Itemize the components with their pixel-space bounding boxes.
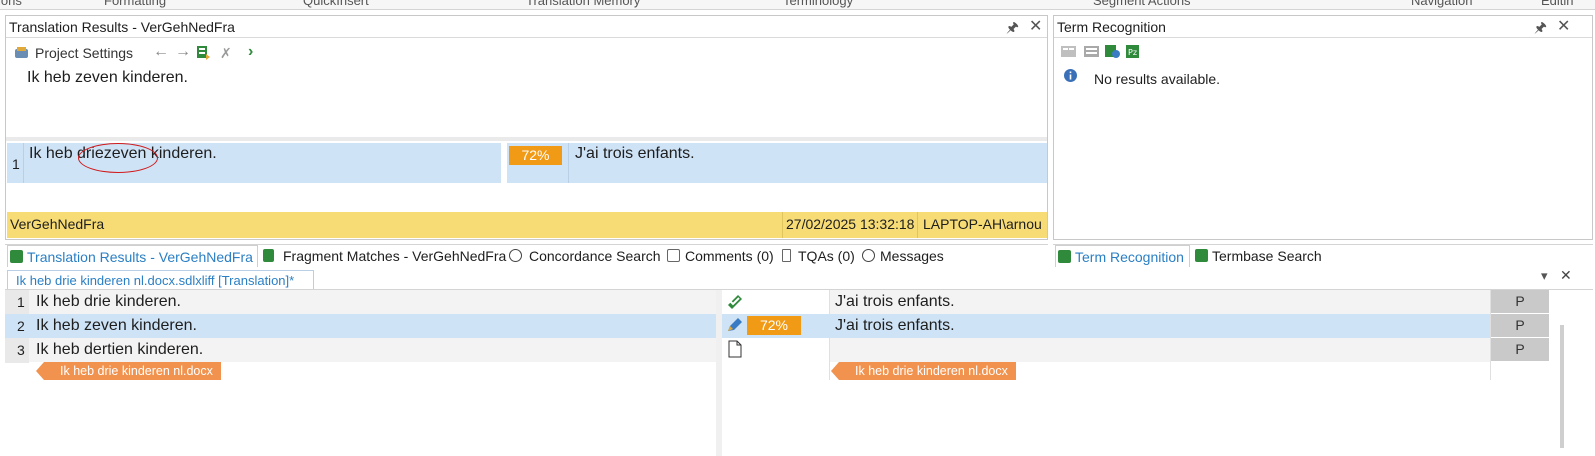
tab-label: TQAs (0) (798, 248, 855, 264)
segment-target[interactable]: J'ai trois enfants. (835, 290, 955, 314)
translation-results-panel: Translation Results - VerGehNedFra 🖈 ✕ P… (5, 15, 1048, 240)
tab-label: Term Recognition (1075, 249, 1184, 265)
segment-status: P (1491, 290, 1549, 313)
table-row[interactable] (830, 338, 1490, 362)
chevron-right-icon[interactable]: › (248, 41, 253, 63)
result-target: J'ai trois enfants. (575, 145, 695, 162)
document-icon (728, 340, 742, 363)
segment-status: P (1491, 338, 1549, 361)
segment-number: 1 (17, 294, 25, 310)
divider (6, 137, 1047, 141)
match-badge: 72% (509, 146, 562, 165)
segment-source[interactable]: Ik heb drie kinderen. (36, 290, 181, 314)
tab-label: Termbase Search (1212, 248, 1322, 264)
info-icon (1064, 69, 1077, 87)
file-tag[interactable]: Ik heb drie kinderen nl.docx (831, 362, 1016, 380)
status-divider (782, 212, 783, 238)
close-document-icon[interactable]: ✕ (1560, 267, 1572, 284)
match-badge: 72% (747, 316, 801, 335)
arrow-right-icon[interactable]: → (175, 41, 191, 63)
segment-number: 3 (17, 342, 25, 358)
tab-comments[interactable]: Comments (0) (665, 245, 776, 267)
close-icon[interactable]: ✕ (1029, 16, 1042, 38)
ribbon-group-label[interactable]: QuickInsert (303, 0, 369, 8)
tab-label: Translation Results - VerGehNedFra (27, 249, 253, 265)
translation-results-icon (10, 250, 23, 263)
ribbon-group-label[interactable]: Terminology (783, 0, 853, 8)
column-divider (23, 143, 24, 183)
tab-label: Concordance Search (529, 248, 661, 264)
status-divider (917, 212, 918, 238)
svg-text:Pz: Pz (1128, 48, 1137, 57)
source-preview: Ik heb zeven kinderen. (27, 69, 188, 86)
pin-icon[interactable]: 🖈 (1534, 16, 1547, 38)
tracked-change-circle (78, 143, 158, 173)
termbase-settings-icon[interactable] (1105, 45, 1120, 63)
no-results-message: No results available. (1094, 71, 1221, 87)
termbase-search-icon (1195, 249, 1208, 262)
ribbon-group-label[interactable]: Formatting (104, 0, 166, 8)
term-view-icon[interactable] (1061, 45, 1076, 63)
ribbon-group-label[interactable]: Editin (1541, 0, 1574, 8)
pencil-icon (726, 317, 744, 338)
tab-termbase-search[interactable]: Termbase Search (1193, 245, 1333, 267)
binoculars-icon (509, 249, 522, 262)
segment-target[interactable]: J'ai trois enfants. (835, 314, 955, 338)
tab-messages[interactable]: Messages (860, 245, 950, 267)
tab-term-recognition[interactable]: Term Recognition (1055, 245, 1190, 267)
termbase-icon[interactable]: Pz (1126, 45, 1139, 63)
ribbon-group-label[interactable]: Navigation (1411, 0, 1472, 8)
panel-title: Translation Results - VerGehNedFra (6, 16, 1047, 38)
pin-icon[interactable]: 🖈 (1006, 16, 1019, 38)
tab-label: Messages (880, 248, 944, 264)
segment-number: 2 (17, 318, 25, 334)
source-text: Ik heb (29, 145, 78, 162)
vertical-scrollbar[interactable] (1560, 325, 1564, 448)
tab-label: Fragment Matches - VerGehNedFra (283, 248, 507, 264)
ribbon-group-label[interactable]: Translation Memory (526, 0, 640, 8)
clear-icon[interactable]: ✗ (220, 42, 232, 64)
file-tag[interactable]: Ik heb drie kinderen nl.docx (36, 362, 221, 380)
segment-source[interactable]: Ik heb zeven kinderen. (36, 314, 197, 338)
tm-name: VerGehNedFra (10, 216, 105, 232)
tab-fragment-matches[interactable]: Fragment Matches - VerGehNedFra (261, 245, 507, 267)
project-settings-icon[interactable] (14, 46, 30, 60)
tab-translation-results[interactable]: Translation Results - VerGehNedFra (7, 245, 258, 267)
arrow-left-icon[interactable]: ← (153, 41, 169, 63)
ribbon-strip: ions Formatting QuickInsert Translation … (0, 0, 1595, 10)
ribbon-group-label[interactable]: ions (0, 0, 22, 8)
apply-translation-icon[interactable] (197, 46, 211, 60)
fragment-matches-icon (263, 249, 274, 262)
close-icon[interactable]: ✕ (1557, 16, 1570, 38)
tm-user: LAPTOP-AH\arnou (923, 216, 1042, 232)
comments-icon (667, 249, 680, 262)
tm-date: 27/02/2025 13:32:18 (786, 216, 915, 232)
tqa-icon (782, 249, 791, 262)
tab-label: Comments (0) (685, 248, 774, 264)
tab-concordance-search[interactable]: Concordance Search (507, 245, 661, 267)
term-list-icon[interactable] (1084, 45, 1099, 63)
messages-icon (862, 249, 875, 262)
project-settings-button[interactable]: Project Settings (35, 42, 133, 64)
dropdown-icon[interactable]: ▾ (1541, 268, 1548, 284)
confirmed-icon (726, 293, 744, 314)
result-number: 1 (12, 156, 20, 172)
column-divider (501, 141, 507, 211)
tab-tqas[interactable]: TQAs (0) (780, 245, 858, 267)
panel-title: Term Recognition (1054, 16, 1592, 38)
term-recognition-panel: Term Recognition 🖈 ✕ Pz No results avail… (1053, 15, 1593, 240)
segment-status: P (1491, 314, 1549, 337)
column-divider (568, 143, 569, 183)
document-tab[interactable]: Ik heb drie kinderen nl.docx.sdlxliff [T… (7, 270, 314, 290)
term-recognition-icon (1058, 250, 1071, 263)
ribbon-group-label[interactable]: Segment Actions (1093, 0, 1191, 8)
segment-source[interactable]: Ik heb dertien kinderen. (36, 338, 203, 362)
